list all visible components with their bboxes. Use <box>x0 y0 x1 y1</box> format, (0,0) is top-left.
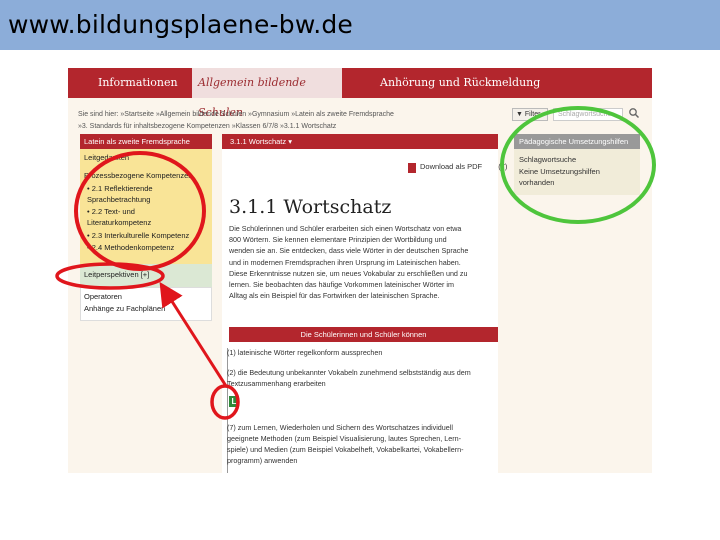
intro-line: 800 Wörtern. Sie kennen elementare Prinz… <box>229 235 447 245</box>
list-item-1: (1) lateinische Wörter regelkonform auss… <box>227 348 383 357</box>
intro-paragraph: Die Schülerinnen und Schüler erarbeiten … <box>229 223 495 301</box>
no-resources-text: Keine Umsetzungshilfen <box>519 167 600 176</box>
leitperspektive-badge[interactable]: L <box>229 396 239 407</box>
top-navigation: Informationen Allgemein bildende Schulen… <box>68 68 652 119</box>
download-label: Download als PDF <box>420 162 483 171</box>
left-navigation: Latein als zweite Fremdsprache Leitgedan… <box>80 134 212 321</box>
nav-anhoerung[interactable]: Anhörung und Rückmeldung <box>380 68 540 98</box>
extras-section: Operatoren Anhänge zu Fachplänen <box>80 287 212 321</box>
list-item-7: (7) zum Lernen, Wiederholen und Sichern … <box>227 423 453 432</box>
list-item-7-cont: programm) anwenden <box>227 456 298 465</box>
pdf-icon <box>408 163 416 173</box>
competency-band: Die Schülerinnen und Schüler können <box>229 327 498 342</box>
umsetzungshilfen-panel: Schlagwortsuche Keine Umsetzungshilfen v… <box>514 149 640 195</box>
main-content: 3.1.1 Wortschatz ▾ Download als PDF (7) … <box>222 134 507 473</box>
umsetzungshilfen-header[interactable]: Pädagogische Umsetzungshilfen <box>514 134 640 149</box>
intro-line: Alltag als ein Beispiel für das Fortwirk… <box>229 291 440 301</box>
intro-line: und in modernen Fremdsprachen ihren Ursp… <box>229 257 461 267</box>
list-item-2: (2) die Bedeutung unbekannter Vokabeln z… <box>227 368 471 377</box>
nav-item-2-2-cont[interactable]: Literaturkompetenz <box>87 218 151 227</box>
intro-line: Diese Erkenntnisse nutzen sie, um neues … <box>229 268 468 278</box>
nav-item-2-4[interactable]: • 2.4 Methodenkompetenz <box>87 243 174 252</box>
breadcrumb[interactable]: Sie sind hier: »Startseite »Allgemein bi… <box>78 111 394 118</box>
nav-leitgedanken[interactable]: Leitgedanken <box>84 153 129 162</box>
filter-icon: ▼ <box>516 111 523 118</box>
prozess-section: Leitgedanken Prozessbezogene Kompetenzen… <box>80 149 212 264</box>
download-pdf-link[interactable]: Download als PDF (7) <box>420 162 507 171</box>
filter-label: Filter <box>524 111 541 118</box>
website-screenshot: Informationen Allgemein bildende Schulen… <box>68 68 652 473</box>
intro-line: wenden sie an. Sie entdecken, dass viele… <box>229 246 469 256</box>
intro-line: Die Schülerinnen und Schüler erarbeiten … <box>229 224 462 233</box>
slide-header: www.bildungsplaene-bw.de <box>0 0 720 50</box>
umsetzungshilfen-label: Schlagwortsuche <box>519 155 577 164</box>
subject-header[interactable]: Latein als zweite Fremdsprache <box>80 134 212 149</box>
nav-item-2-2[interactable]: • 2.2 Text- und <box>87 207 135 216</box>
list-item-7-cont: geeignete Methoden (zum Beispiel Visuali… <box>227 434 462 443</box>
search-icon[interactable] <box>628 107 640 119</box>
search-input[interactable]: Schlagwortsuche <box>553 108 623 121</box>
nav-anhaenge[interactable]: Anhänge zu Fachplänen <box>84 304 165 313</box>
nav-item-2-1[interactable]: • 2.1 Reflektierende <box>87 184 153 193</box>
section-dropdown[interactable]: 3.1.1 Wortschatz ▾ <box>222 134 498 149</box>
list-item-7-cont: spiele) und Medien (zum Beispiel Vokabel… <box>227 445 464 454</box>
page-title: 3.1.1 Wortschatz <box>229 196 392 218</box>
no-resources-text-cont: vorhanden <box>519 178 555 187</box>
intro-line: lernen. Sie beobachten das häufige Vorko… <box>229 280 454 290</box>
download-count: (7) <box>498 162 508 171</box>
breadcrumb-continued[interactable]: »3. Standards für inhaltsbezogene Kompet… <box>78 123 336 130</box>
nav-prozessbezogene-kompetenzen[interactable]: Prozessbezogene Kompetenzen <box>84 171 192 180</box>
list-item-2-cont: Textzusammenhang erarbeiten <box>227 379 326 388</box>
website-url: www.bildungsplaene-bw.de <box>8 10 353 39</box>
filter-button[interactable]: ▼ Filter <box>512 108 548 121</box>
nav-item-2-3[interactable]: • 2.3 Interkulturelle Kompetenz <box>87 231 189 240</box>
nav-allgemein-bildende-schulen[interactable]: Allgemein bildende Schulen <box>192 68 342 119</box>
nav-item-2-1-cont[interactable]: Sprachbetrachtung <box>87 195 150 204</box>
nav-leitperspektiven[interactable]: Leitperspektiven [+] <box>84 270 149 279</box>
leitperspektiven-section: Leitperspektiven [+] <box>80 264 212 287</box>
nav-informationen[interactable]: Informationen <box>98 68 178 98</box>
nav-operatoren[interactable]: Operatoren <box>84 292 122 301</box>
